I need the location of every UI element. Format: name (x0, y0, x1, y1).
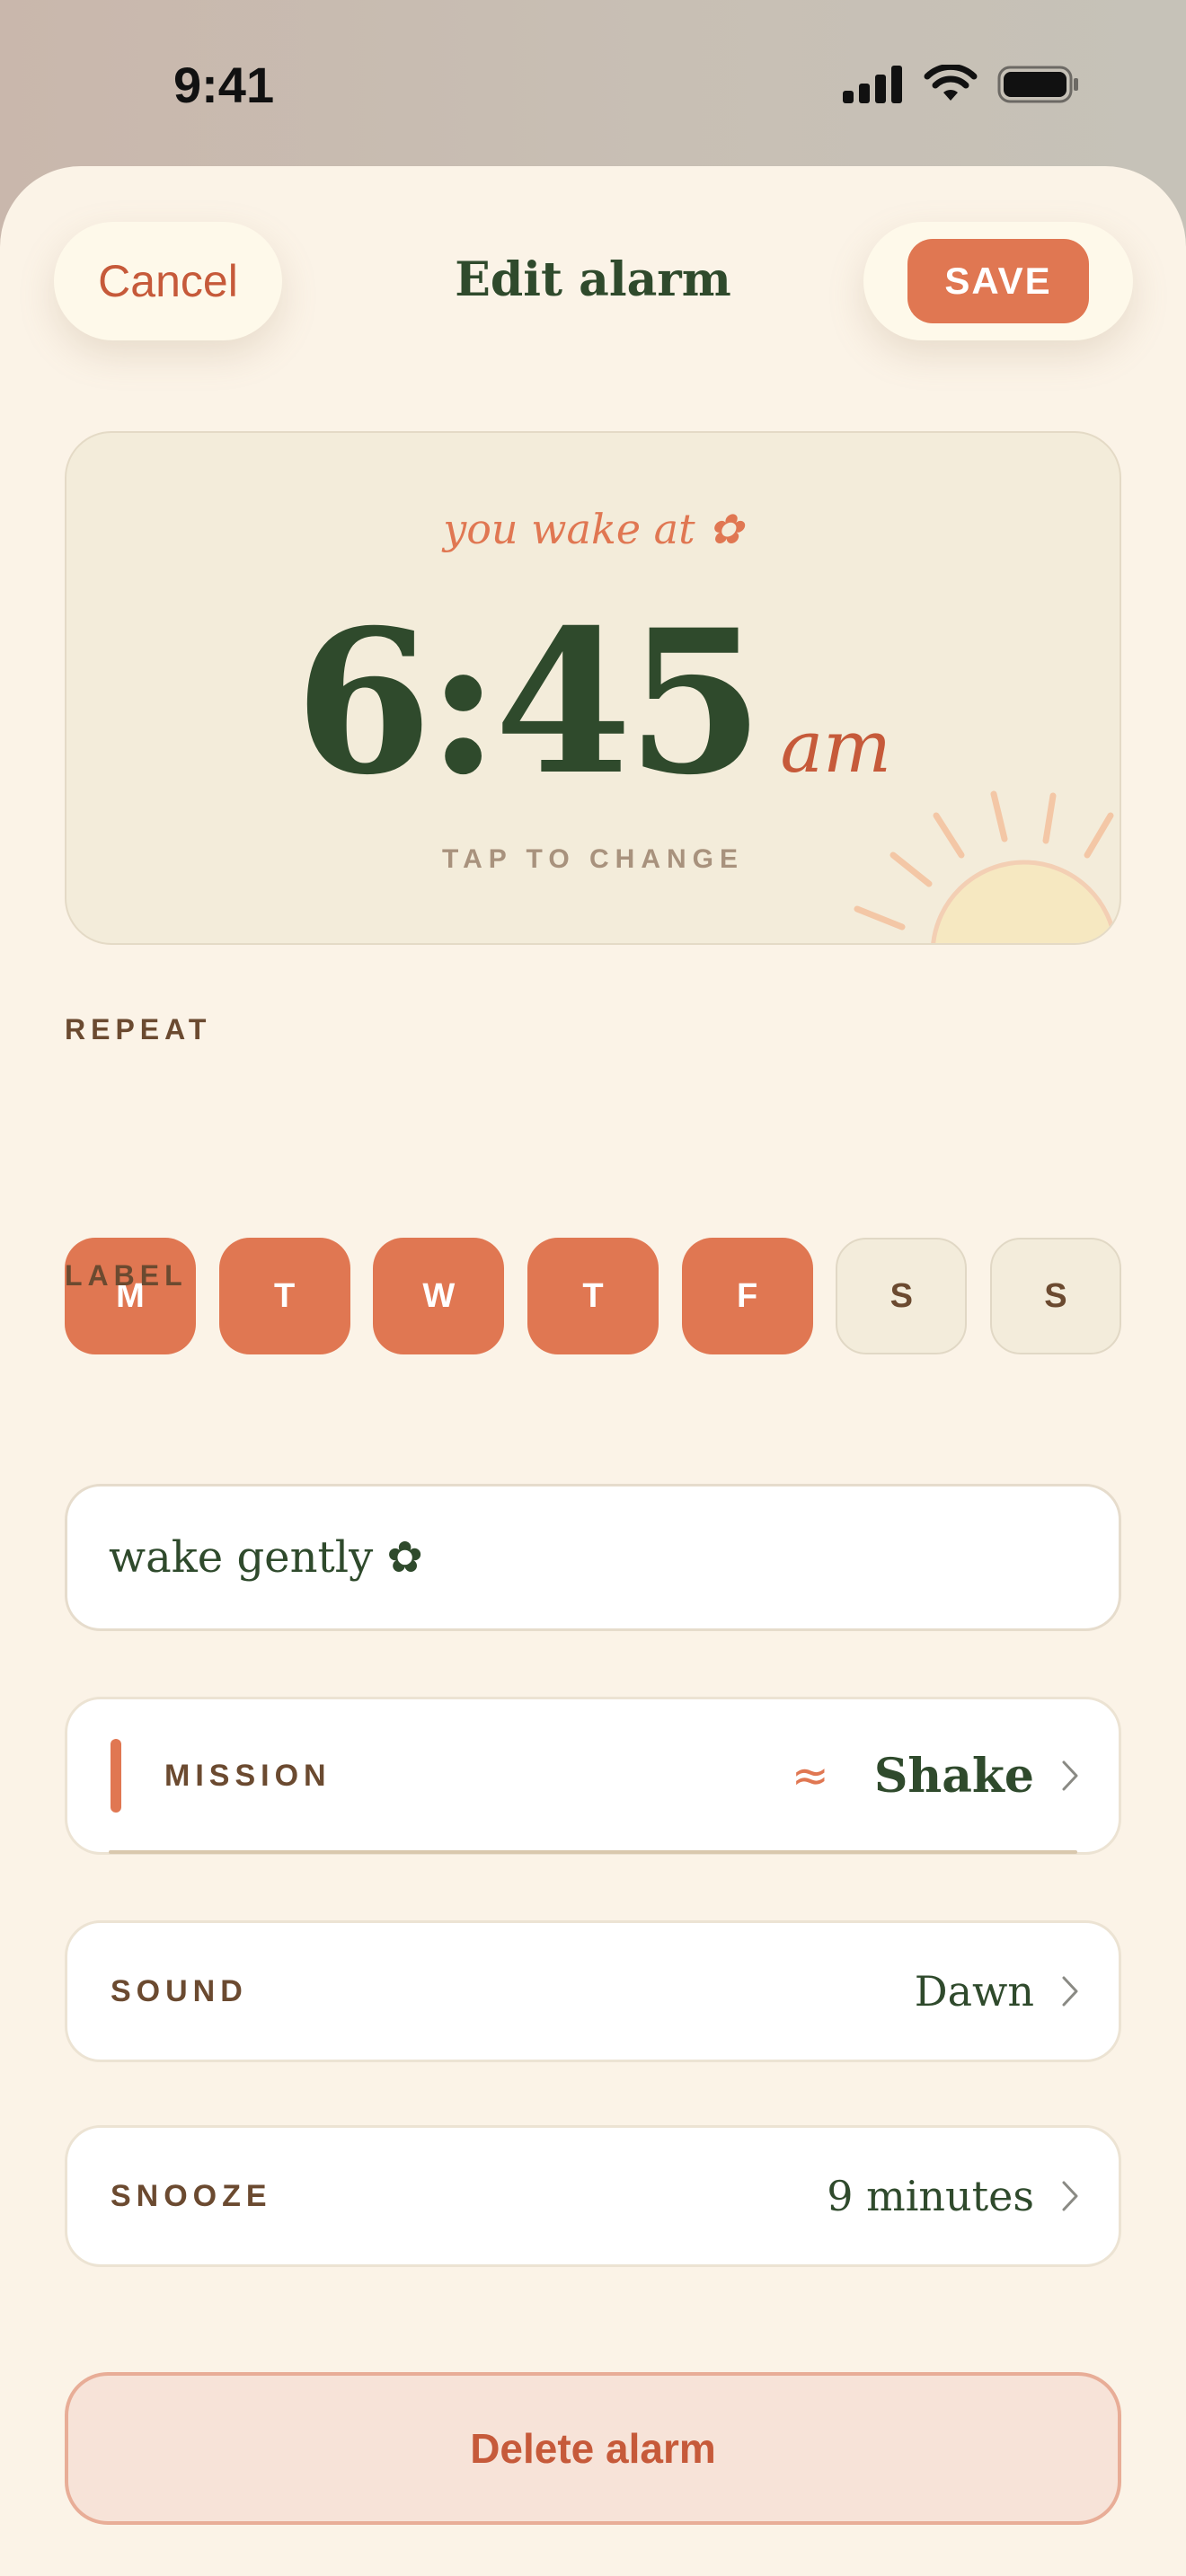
time-card[interactable]: you wake at ✿ 6:45 am TAP TO CHANGE (65, 431, 1121, 945)
day-wednesday[interactable]: W (373, 1238, 505, 1354)
chevron-right-icon (1062, 1760, 1078, 1791)
mission-row[interactable]: MISSION ≈ Shake (65, 1697, 1121, 1855)
label-section-label: LABEL (65, 1259, 188, 1292)
snooze-label: SNOOZE (111, 2178, 272, 2213)
status-icons (843, 65, 1080, 104)
save-button[interactable]: SAVE (907, 239, 1089, 323)
sun-icon (854, 790, 1118, 943)
snooze-value: 9 minutes (827, 2172, 1034, 2220)
mission-value: Shake (873, 1748, 1034, 1804)
cancel-label: Cancel (98, 256, 238, 306)
sound-label: SOUND (111, 1973, 248, 2008)
sound-value: Dawn (914, 1967, 1034, 2016)
day-monday[interactable]: M (65, 1238, 196, 1354)
day-sunday[interactable]: S (989, 1238, 1121, 1354)
status-bar: 9:41 (0, 0, 1186, 171)
chevron-right-icon (1062, 2181, 1078, 2211)
delete-alarm-button[interactable]: Delete alarm (65, 2372, 1121, 2525)
status-time: 9:41 (173, 57, 275, 113)
sound-row[interactable]: SOUND Dawn (65, 1920, 1121, 2062)
snooze-row[interactable]: SNOOZE 9 minutes (65, 2125, 1121, 2267)
day-saturday[interactable]: S (836, 1238, 968, 1354)
mission-underline (109, 1850, 1077, 1854)
repeat-days: M T W T F S S (65, 1238, 1121, 1354)
alarm-label-field[interactable]: wake gently ✿ (65, 1484, 1121, 1631)
edit-alarm-sheet: Cancel Edit alarm SAVE you wake at ✿ 6:4… (0, 166, 1186, 2576)
day-tuesday[interactable]: T (218, 1238, 350, 1354)
alarm-label-value: wake gently ✿ (109, 1532, 423, 1583)
wake-caption: you wake at ✿ (443, 505, 743, 553)
battery-icon (997, 66, 1078, 103)
wifi-icon (924, 65, 978, 101)
day-friday[interactable]: F (681, 1238, 813, 1354)
cellular-signal-icon (843, 66, 902, 103)
mission-accent-bar (111, 1739, 121, 1813)
mission-label: MISSION (164, 1758, 332, 1793)
alarm-time: 6:45 (294, 586, 764, 818)
cancel-button[interactable]: Cancel (54, 222, 282, 340)
save-pill: SAVE (863, 222, 1133, 340)
shake-wave-icon: ≈ (791, 1750, 829, 1802)
repeat-label: REPEAT (65, 1013, 212, 1045)
page-title: Edit alarm (455, 252, 731, 307)
day-thursday[interactable]: T (527, 1238, 659, 1354)
chevron-right-icon (1062, 1976, 1078, 2007)
